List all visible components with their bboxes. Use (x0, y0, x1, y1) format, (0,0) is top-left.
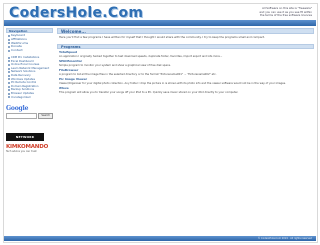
nav-item-contact[interactable]: Contact (8, 49, 53, 53)
top-nav-bar (4, 20, 316, 26)
google-search-button[interactable]: Search (38, 113, 53, 120)
bullet-icon (8, 85, 10, 88)
bullet-icon (8, 96, 10, 99)
programs-heading: Programs (57, 43, 314, 50)
nav-list: Keyboard Affiliations Webforums Donate C… (6, 33, 53, 54)
program-entry: Pic Image Viewer Viewer/Organiser for yo… (59, 77, 314, 85)
program-description: Viewer/Organiser for your digital photo … (59, 81, 286, 85)
bullet-icon (8, 42, 10, 45)
bullet-icon (8, 89, 10, 92)
bullet-icon (8, 56, 10, 59)
program-entry: SPACEmonitor Simple program to monitor y… (59, 59, 314, 67)
header-tagline: All Software on this site is "freeware" … (259, 6, 312, 17)
footer-bar: © CodersHole.Com 2024 · All rights reser… (4, 236, 316, 241)
bullet-icon (8, 50, 10, 53)
sponsored-links: CRM Pro Installations Excel Dashboard On… (6, 56, 53, 99)
program-description: A program to list all the image files in… (59, 72, 217, 76)
bullet-icon (8, 60, 10, 63)
google-search-box: Search (6, 113, 53, 120)
welcome-text: Here you'll find a few programs I have w… (59, 35, 265, 39)
sponsored-link[interactable]: Uncategorized (8, 96, 53, 100)
program-entry: TotalSpeed An application I originally h… (59, 50, 314, 58)
bullet-icon (8, 81, 10, 84)
bullet-icon (8, 71, 10, 74)
network-badge[interactable]: NETWORK (6, 133, 44, 142)
program-description: Simple program to monitor your system an… (59, 63, 171, 67)
welcome-heading: Welcome... (57, 28, 314, 34)
program-description: This program will allow you to transfer … (59, 90, 239, 94)
bullet-icon (8, 34, 10, 37)
bullet-icon (8, 46, 10, 49)
bullet-icon (8, 78, 10, 81)
site-logo[interactable]: CodersHole.Com (9, 5, 143, 21)
bullet-icon (8, 92, 10, 95)
google-logo: Google (6, 105, 29, 113)
google-search-input[interactable] (6, 113, 38, 120)
sidebar: Navigation Keyboard Affiliations Webforu… (6, 28, 53, 153)
program-entry: FileBrowser A program to list all the im… (59, 68, 314, 76)
bullet-icon (8, 74, 10, 77)
bullet-icon (8, 63, 10, 66)
bullet-icon (8, 38, 10, 41)
bullet-icon (8, 67, 10, 70)
program-entry: iMove This program will allow you to tra… (59, 86, 314, 94)
main-content: Welcome... Here you'll find a few progra… (57, 28, 314, 94)
kimkomando-tagline: Tech advice you can trust (6, 150, 37, 154)
program-description: An application I originally hacked toget… (59, 54, 223, 58)
